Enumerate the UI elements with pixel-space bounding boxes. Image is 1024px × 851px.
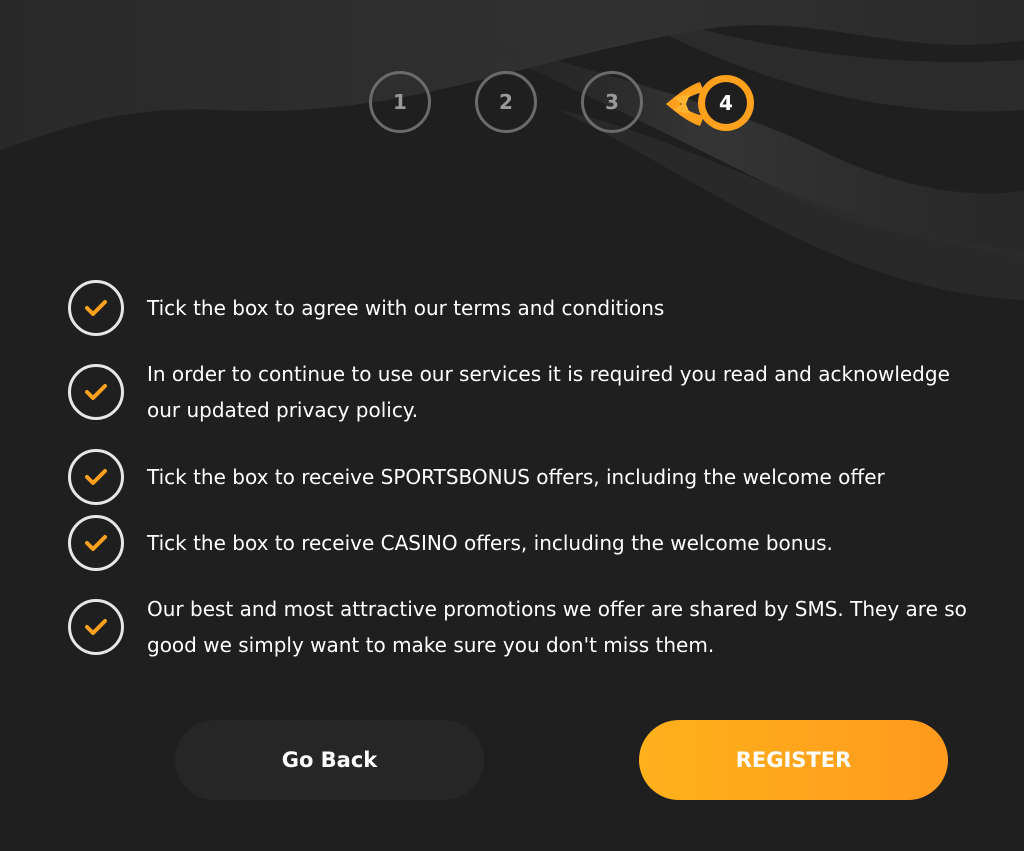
go-back-button[interactable]: Go Back bbox=[175, 720, 484, 800]
consent-casino-text: Tick the box to receive CASINO offers, i… bbox=[147, 531, 833, 555]
checkmark-icon bbox=[85, 619, 107, 635]
consent-terms-text: Tick the box to agree with our terms and… bbox=[147, 296, 665, 320]
checkmark-icon bbox=[85, 469, 107, 485]
consent-sms-checkbox[interactable] bbox=[68, 599, 124, 655]
consent-terms-checkbox[interactable] bbox=[68, 280, 124, 336]
consent-casino-checkbox[interactable] bbox=[68, 515, 124, 571]
consent-sms: Our best and most attractive promotions … bbox=[68, 591, 988, 663]
consent-sms-text: Our best and most attractive promotions … bbox=[147, 597, 967, 657]
checkmark-icon bbox=[85, 384, 107, 400]
checkmark-icon bbox=[85, 300, 107, 316]
consent-sportsbonus-text: Tick the box to receive SPORTSBONUS offe… bbox=[147, 465, 885, 489]
consent-casino: Tick the box to receive CASINO offers, i… bbox=[68, 515, 988, 571]
registration-stepper: 1 2 3 4 bbox=[0, 68, 1024, 148]
consent-terms: Tick the box to agree with our terms and… bbox=[68, 280, 988, 336]
checkmark-icon bbox=[85, 535, 107, 551]
register-button[interactable]: REGISTER bbox=[639, 720, 948, 800]
consent-privacy-text: In order to continue to use our services… bbox=[147, 362, 950, 422]
step-1[interactable]: 1 bbox=[369, 71, 431, 133]
step-2[interactable]: 2 bbox=[475, 71, 537, 133]
consent-sportsbonus-checkbox[interactable] bbox=[68, 449, 124, 505]
consent-privacy-checkbox[interactable] bbox=[68, 364, 124, 420]
step-3[interactable]: 3 bbox=[581, 71, 643, 133]
step-4-active[interactable]: 4 bbox=[660, 68, 756, 140]
consent-privacy: In order to continue to use our services… bbox=[68, 356, 988, 428]
step-4-label: 4 bbox=[719, 91, 733, 115]
consent-sportsbonus: Tick the box to receive SPORTSBONUS offe… bbox=[68, 449, 988, 505]
